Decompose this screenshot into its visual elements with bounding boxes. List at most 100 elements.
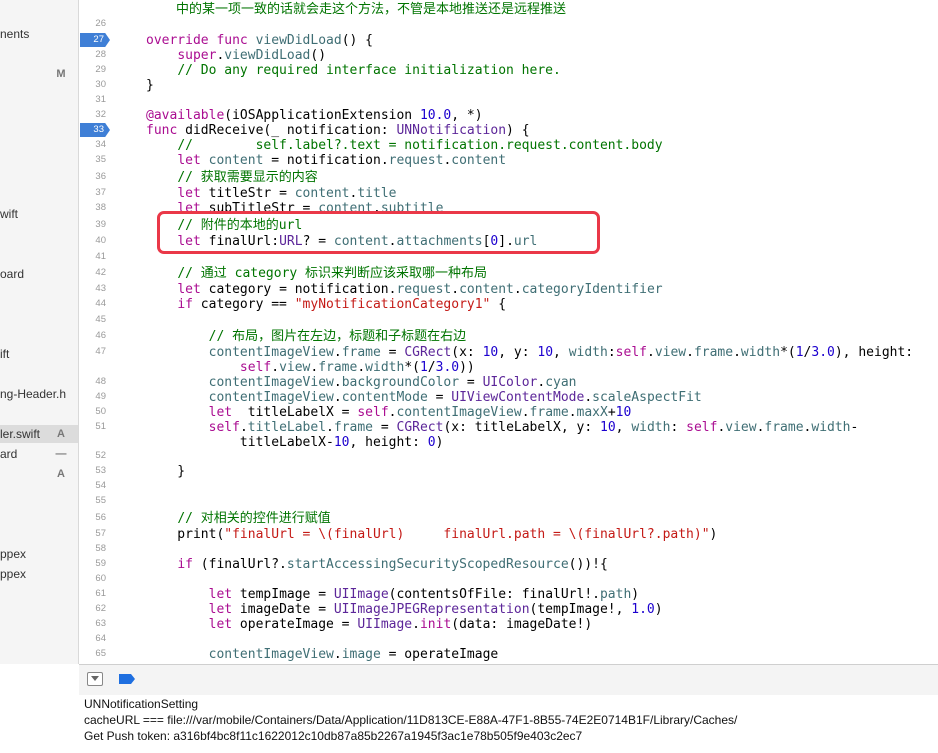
nav-item-label: ppex	[0, 547, 27, 561]
code-line[interactable]: contentImageView.backgroundColor = UICol…	[146, 375, 577, 390]
nav-item[interactable]: ppex	[0, 565, 78, 583]
console-line: cacheURL === file:///var/mobile/Containe…	[84, 713, 738, 727]
source-control-badge: A	[57, 468, 65, 480]
line-number: 63	[95, 618, 106, 629]
code-line[interactable]: print("finalUrl = \(finalUrl) finalUrl.p…	[146, 527, 717, 542]
line-number: 57	[95, 528, 106, 539]
code-line[interactable]: let imageDate = UIImageJPEGRepresentatio…	[146, 602, 663, 617]
nav-item-label: ng-Header.h	[0, 387, 67, 401]
code-line[interactable]: let titleLabelX = self.contentImageView.…	[146, 405, 632, 420]
code-line[interactable]: // 对相关的控件进行赋值	[146, 511, 330, 526]
code-line[interactable]: @available(iOSApplicationExtension 10.0,…	[146, 108, 483, 123]
code-line[interactable]: // 获取需要显示的内容	[146, 170, 317, 185]
code-line[interactable]: self.view.frame.width*(1/3.0))	[146, 360, 475, 375]
line-number: 28	[95, 49, 106, 60]
source-control-badge: A	[57, 428, 65, 440]
nav-item[interactable]: ard —	[0, 445, 78, 463]
nav-item-label: ift	[0, 347, 10, 361]
project-navigator: nents M wift oard ift ng-Header.h ler.sw…	[0, 0, 79, 664]
nav-item-label: nents	[0, 27, 30, 41]
code-line[interactable]: contentImageView.contentMode = UIViewCon…	[146, 390, 702, 405]
line-number: 44	[95, 298, 106, 309]
code-line[interactable]: let content = notification.request.conte…	[146, 153, 506, 168]
line-number: 49	[95, 391, 106, 402]
code-line[interactable]: // 通过 category 标识来判断应该采取哪一种布局	[146, 266, 487, 281]
code-line[interactable]: let tempImage = UIImage(contentsOfFile: …	[146, 587, 640, 602]
line-number: 45	[95, 314, 106, 325]
line-number: 59	[95, 558, 106, 569]
line-number: 60	[95, 573, 106, 584]
nav-item[interactable]: ppex	[0, 545, 78, 563]
code-line[interactable]: super.viewDidLoad()	[146, 48, 326, 63]
line-number: 51	[95, 421, 106, 432]
line-number: 36	[95, 171, 106, 182]
line-number: 41	[95, 251, 106, 262]
code-line[interactable]: 中的某一项一致的话就会走这个方法，不管是本地推送还是远程推送	[176, 2, 566, 17]
hide-debug-area-icon[interactable]	[87, 672, 103, 686]
debug-console[interactable]: UNNotificationSetting cacheURL === file:…	[79, 695, 938, 753]
nav-item[interactable]: oard	[0, 265, 78, 283]
line-number: 37	[95, 187, 106, 198]
line-number: 65	[95, 648, 106, 659]
line-number: 58	[95, 543, 106, 554]
line-number: 38	[95, 202, 106, 213]
nav-item[interactable]: M	[0, 65, 78, 83]
code-line[interactable]: contentImageView.frame = CGRect(x: 10, y…	[146, 345, 914, 360]
nav-item-label: ler.swift	[0, 427, 41, 441]
line-number: 47	[95, 346, 106, 357]
line-number: 61	[95, 588, 106, 599]
line-number: 39	[95, 219, 106, 230]
line-number-gutter[interactable]: 26 27 28 29 30 31 32 33 34 35 36 37 38 3…	[79, 0, 110, 664]
nav-item-selected[interactable]: ler.swift A	[0, 425, 78, 443]
line-number: 40	[95, 235, 106, 246]
code-line[interactable]: titleLabelX-10, height: 0)	[146, 435, 444, 450]
code-line[interactable]: let operateImage = UIImage.init(data: im…	[146, 617, 593, 632]
line-number: 34	[95, 139, 106, 150]
code-line[interactable]: if (finalUrl?.startAccessingSecurityScop…	[146, 557, 607, 572]
code-line[interactable]: let category = notification.request.cont…	[146, 282, 662, 297]
line-number: 27	[93, 34, 104, 45]
code-line[interactable]: // self.label?.text = notification.reque…	[146, 138, 662, 153]
code-line[interactable]: }	[146, 78, 154, 93]
code-line[interactable]: override func viewDidLoad() {	[146, 33, 373, 48]
line-number: 35	[95, 154, 106, 165]
nav-item-label: ppex	[0, 567, 27, 581]
breakpoint-toggle-icon[interactable]	[119, 674, 135, 684]
line-number: 55	[95, 495, 106, 506]
nav-item-label: wift	[0, 207, 18, 221]
line-number: 46	[95, 330, 106, 341]
annotation-highlight-box	[157, 211, 600, 254]
source-control-badge: M	[56, 68, 66, 80]
code-line[interactable]: }	[146, 464, 185, 479]
nav-item[interactable]: wift	[0, 205, 78, 223]
line-number: 54	[95, 480, 106, 491]
nav-item[interactable]: ng-Header.h	[0, 385, 78, 403]
line-number: 26	[95, 18, 106, 29]
code-line[interactable]: let titleStr = content.title	[146, 186, 396, 201]
nav-item[interactable]: A	[0, 465, 78, 483]
line-number: 32	[95, 109, 106, 120]
line-number: 31	[95, 94, 106, 105]
nav-item[interactable]: nents	[0, 25, 78, 43]
line-number: 33	[93, 124, 104, 135]
code-editor[interactable]: 中的某一项一致的话就会走这个方法，不管是本地推送还是远程推送 override f…	[112, 0, 938, 664]
line-number: 64	[95, 633, 106, 644]
breakpoint-marker[interactable]: 27	[80, 33, 110, 47]
console-line: UNNotificationSetting	[84, 697, 199, 711]
nav-item-label: oard	[0, 267, 25, 281]
code-line[interactable]: if category == "myNotificationCategory1"…	[146, 297, 506, 312]
code-line[interactable]: // Do any required interface initializat…	[146, 63, 561, 78]
line-number: 52	[95, 450, 106, 461]
code-line[interactable]: // 布局，图片在左边，标题和子标题在右边	[146, 329, 466, 344]
code-line[interactable]: contentImageView.image = operateImage	[146, 647, 499, 662]
nav-item[interactable]: ift	[0, 345, 78, 363]
line-number: 48	[95, 376, 106, 387]
breakpoint-marker[interactable]: 33	[80, 123, 110, 137]
code-line[interactable]: func didReceive(_ notification: UNNotifi…	[146, 123, 530, 138]
line-number: 62	[95, 603, 106, 614]
source-control-badge: —	[55, 448, 67, 460]
line-number: 53	[95, 465, 106, 476]
line-number: 42	[95, 267, 106, 278]
line-number: 43	[95, 283, 106, 294]
code-line[interactable]: self.titleLabel.frame = CGRect(x: titleL…	[146, 420, 859, 435]
